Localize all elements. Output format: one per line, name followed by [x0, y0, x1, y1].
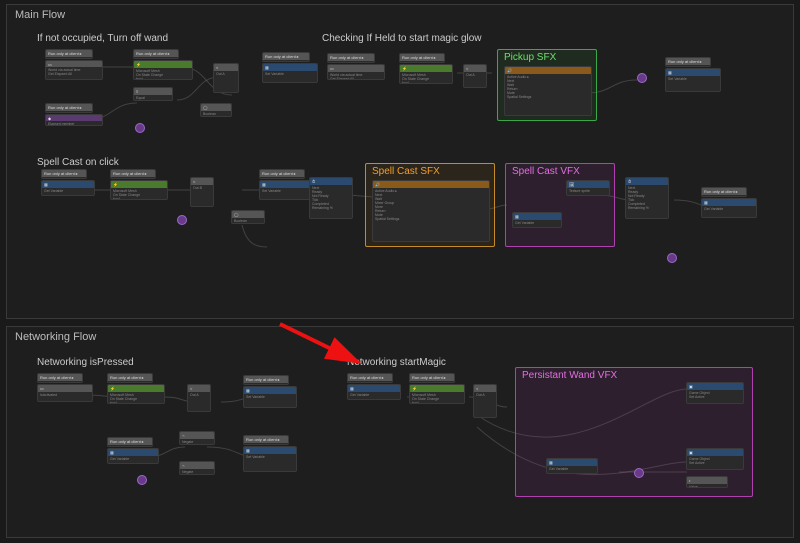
node-nm-state[interactable]: Run only at client ▸: [409, 373, 455, 383]
knob-wand[interactable]: [634, 468, 644, 478]
knob-np-1[interactable]: [137, 475, 147, 485]
section-networking-flow: Networking Flow Networking isPressed Net…: [6, 326, 794, 538]
node-wand-getvar[interactable]: ▦ Get Variable: [546, 458, 598, 474]
node-state-change-r1[interactable]: Run only at client ▸: [399, 53, 445, 63]
node-bool-false[interactable]: ◯ Boolean False: [200, 103, 232, 117]
node-nm-as[interactable]: < Out A: [473, 384, 497, 418]
node-play-audio-2[interactable]: 🔊 Active Audio ▸ Next Wait Mixer Group M…: [372, 180, 490, 242]
node-nm-stateb[interactable]: ⚡ Microsoft Mesh On State Change bool: [409, 384, 465, 404]
node-np-negate1[interactable]: ¬ Negate: [179, 431, 215, 445]
group-spell-cast-vfx: Spell Cast VFX 🖼 Texture sprite ▦ Get Va…: [505, 163, 615, 247]
node-wand-setactive-2[interactable]: ▣ Game Object Set Active: [686, 448, 744, 470]
node-np-state[interactable]: Run only at client ▸: [107, 373, 153, 383]
node-world-elapsed[interactable]: ▭ World via actual time Get Elapsed All: [45, 60, 103, 80]
group-wand-vfx: Persistant Wand VFX ▣ Game Object Set Ac…: [515, 367, 753, 497]
knob-sc-end[interactable]: [667, 253, 677, 263]
group-spell-cast-vfx-title: Spell Cast VFX: [512, 166, 580, 177]
node-np-negate2[interactable]: ¬ Negate: [179, 461, 215, 475]
node-setvar-r1b[interactable]: ▦ Set Variable: [665, 68, 721, 92]
node-sc-bool[interactable]: ◯ Boolean: [231, 210, 265, 224]
section-main-flow: Main Flow If not occupied, Turn off wand…: [6, 4, 794, 319]
node-np-stateb[interactable]: ⚡ Microsoft Mesh On State Change bool: [107, 384, 165, 404]
comment-spell-cast: Spell Cast on click: [37, 157, 119, 168]
node-np-setvarb[interactable]: ▦ Set Variable: [243, 386, 297, 408]
node-np-getvar1[interactable]: Run only at client ▸: [107, 437, 153, 447]
comment-net-pressed: Networking isPressed: [37, 357, 134, 368]
group-pickup-sfx: Pickup SFX 🔊 Active Audio ▸ Next Wait Re…: [497, 49, 597, 121]
node-sc-as[interactable]: < Out B: [190, 177, 214, 207]
node-as-r1[interactable]: < Out A: [463, 64, 487, 88]
node-np-setvar2[interactable]: Run only at client ▸: [243, 435, 289, 445]
node-run-header-2[interactable]: Run only at client ▸: [45, 103, 93, 113]
node-np-setvar[interactable]: Run only at client ▸: [243, 375, 289, 385]
knob-sc-1[interactable]: [177, 215, 187, 225]
node-np-run[interactable]: Run only at client ▸: [37, 373, 83, 383]
node-set-variable-1b[interactable]: ▦ Set Variable: [262, 63, 318, 83]
group-wand-vfx-title: Persistant Wand VFX: [522, 370, 617, 381]
node-sc-setvarb[interactable]: ▦ Set Variable: [259, 180, 313, 200]
node-vfx-getvar[interactable]: ▦ Get Variable: [512, 212, 562, 228]
node-sc-setvar-endb[interactable]: ▦ Get Variable: [701, 198, 757, 218]
knob-pickup-end[interactable]: [637, 73, 647, 83]
node-set-variable-1[interactable]: Run only at client ▸: [262, 52, 310, 62]
node-world-elapsed-body: World via actual time Get Elapsed All: [46, 67, 102, 77]
node-run-header-1[interactable]: Run only at client ▸: [45, 49, 93, 59]
comment-turn-off-wand: If not occupied, Turn off wand: [37, 33, 168, 44]
node-np-as[interactable]: < Out A: [187, 384, 211, 412]
node-sc-run[interactable]: Run only at client ▸: [41, 169, 87, 179]
node-sc-stateb[interactable]: ⚡ Microsoft Mesh On State Change bool: [110, 180, 168, 200]
node-out-knob-1[interactable]: [135, 123, 145, 133]
node-sc-setvar-end[interactable]: Run only at client ▸: [701, 187, 747, 197]
node-equal-1[interactable]: ≡ Equal: [133, 87, 173, 101]
section-net-title: Networking Flow: [15, 331, 96, 343]
node-as-1[interactable]: < Out A: [213, 63, 239, 93]
group-spell-cast-sfx-title: Spell Cast SFX: [372, 166, 440, 177]
node-sc-setvar[interactable]: Run only at client ▸: [259, 169, 305, 179]
node-elapsed-member[interactable]: ◆ Elapsed member A:Activated: [45, 114, 103, 126]
node-play-audio-1[interactable]: 🔊 Active Audio ▸ Next Wait Return Mute S…: [504, 66, 592, 116]
node-np-event[interactable]: ▭ IsActivated: [37, 384, 93, 402]
node-cooldown-1[interactable]: ⏱ Next Ready Not Ready Tick Completed Re…: [309, 177, 353, 219]
node-on-state-change-1[interactable]: Run only at client ▸: [133, 49, 179, 59]
section-main-flow-title: Main Flow: [15, 9, 65, 21]
node-cooldown-2[interactable]: ⏱ Next Ready Not Ready Tick Completed Re…: [625, 177, 669, 219]
group-pickup-sfx-title: Pickup SFX: [504, 52, 556, 63]
comment-check-held: Checking If Held to start magic glow: [322, 33, 482, 44]
node-run-header-1-label: Run only at client ▸: [46, 50, 92, 57]
node-on-state-change-1b[interactable]: ⚡ Microsoft Mesh On State Change bool: [133, 60, 193, 80]
node-state-change-r1b[interactable]: ⚡ Microsoft Mesh On State Change bool: [399, 64, 453, 84]
node-wand-value[interactable]: • Value: [686, 476, 728, 488]
node-event-r1[interactable]: ▭ World via actual time Get Elapsed All: [327, 64, 385, 80]
node-setvar-r1[interactable]: Run only at client ▸: [665, 57, 711, 67]
node-sc-state[interactable]: Run only at client ▸: [110, 169, 156, 179]
node-run-header-r1[interactable]: Run only at client ▸: [327, 53, 375, 63]
node-run-header-2-label: Run only at client ▸: [46, 104, 92, 111]
node-texture-sprite[interactable]: 🖼 Texture sprite: [566, 180, 610, 196]
node-nm-getvar[interactable]: ▦ Get Variable: [347, 384, 401, 400]
node-np-getvar1b[interactable]: ▦ Get Variable: [107, 448, 159, 464]
node-wand-setactive-1[interactable]: ▣ Game Object Set Active: [686, 382, 744, 404]
node-sc-getvar[interactable]: ▦ Get Variable: [41, 180, 95, 196]
group-spell-cast-sfx: Spell Cast SFX 🔊 Active Audio ▸ Next Wai…: [365, 163, 495, 247]
node-np-setvar2b[interactable]: ▦ Set Variable: [243, 446, 297, 472]
node-elapsed-member-body: Elapsed member A:Activated: [46, 121, 102, 126]
node-nm-run[interactable]: Run only at client ▸: [347, 373, 393, 383]
comment-net-magic: Networking startMagic: [347, 357, 446, 368]
